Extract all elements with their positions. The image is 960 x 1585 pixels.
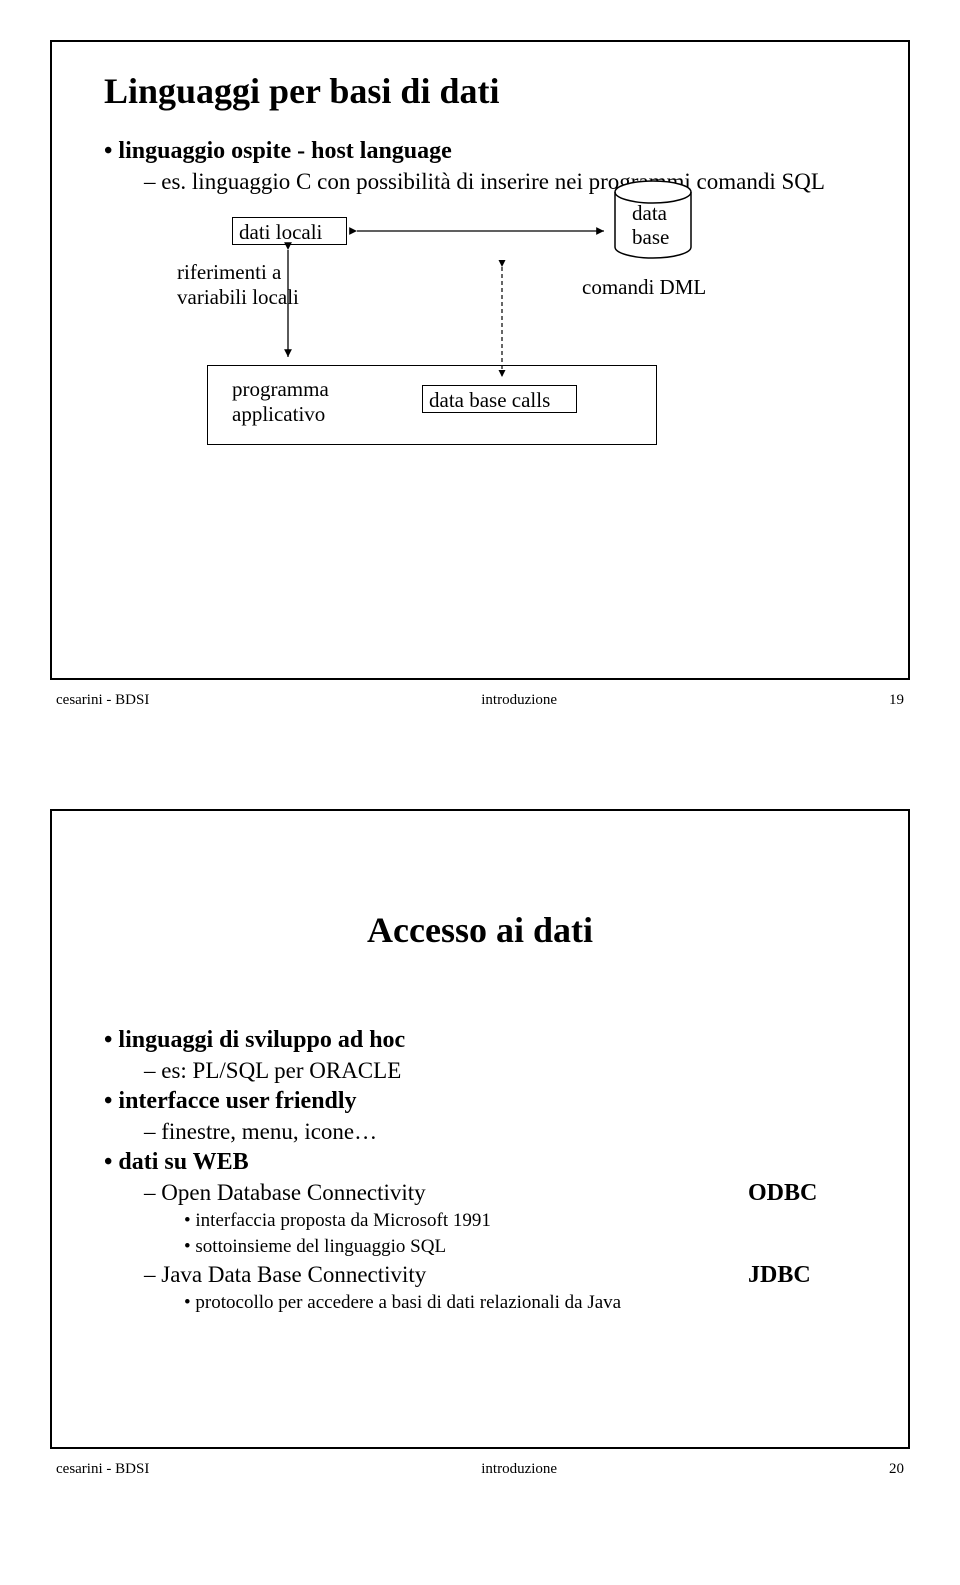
footer-1-right: 19 — [889, 692, 904, 709]
label-programma-line2: applicativo — [232, 402, 329, 427]
footer-1-left: cesarini - BDSI — [56, 692, 149, 709]
label-comandi-dml: comandi DML — [582, 275, 706, 300]
bullet-web: dati su WEB — [104, 1149, 868, 1176]
footer-2-center: introduzione — [481, 1461, 557, 1478]
sub-finestre: finestre, menu, icone… — [144, 1119, 868, 1145]
label-base-text: base — [632, 225, 669, 249]
slide-1-footer: cesarini - BDSI introduzione 19 — [50, 688, 910, 709]
footer-2-left: cesarini - BDSI — [56, 1461, 149, 1478]
box-dbcalls: data base calls — [422, 385, 577, 413]
slide-1: Linguaggi per basi di dati linguaggio os… — [50, 40, 910, 680]
ss-sql: sottoinsieme del linguaggio SQL — [184, 1236, 868, 1258]
label-riferimenti: riferimenti a variabili locali — [177, 260, 299, 310]
footer-2-right: 20 — [889, 1461, 904, 1478]
sub-odbc: Open Database Connectivity — [144, 1180, 748, 1206]
ss-java: protocollo per accedere a basi di dati r… — [184, 1292, 868, 1314]
abbr-jdbc: JDBC — [748, 1262, 868, 1289]
label-riferimenti-line2: variabili locali — [177, 285, 299, 310]
bullet-lang: linguaggi di sviluppo ad hoc — [104, 1027, 868, 1054]
slide-1-sub-1: es. linguaggio C con possibilità di inse… — [144, 169, 868, 195]
slide-2: Accesso ai dati linguaggi di sviluppo ad… — [50, 809, 910, 1449]
bullet-int: interfacce user friendly — [104, 1088, 868, 1115]
footer-1-center: introduzione — [481, 692, 557, 709]
abbr-odbc: ODBC — [748, 1180, 868, 1207]
slide-1-title: Linguaggi per basi di dati — [104, 70, 868, 112]
box-dati-locali: dati locali — [232, 217, 347, 245]
slide-2-title: Accesso ai dati — [92, 909, 868, 951]
slide-1-diagram: dati locali riferimenti a variabili loca… — [132, 205, 872, 515]
label-programma: programma applicativo — [232, 377, 329, 427]
label-data-text: data — [632, 201, 667, 225]
label-data: data — [632, 201, 667, 226]
label-riferimenti-line1: riferimenti a — [177, 260, 299, 285]
label-programma-line1: programma — [232, 377, 329, 402]
slide-2-footer: cesarini - BDSI introduzione 20 — [50, 1457, 910, 1478]
page: Linguaggi per basi di dati linguaggio os… — [0, 40, 960, 1478]
sub-plsql: es: PL/SQL per ORACLE — [144, 1058, 868, 1084]
label-base: base — [632, 225, 669, 250]
label-dati-locali: dati locali — [239, 220, 322, 244]
label-dbcalls: data base calls — [429, 388, 550, 412]
sub-jdbc: Java Data Base Connectivity — [144, 1262, 748, 1288]
ss-ms: interfaccia proposta da Microsoft 1991 — [184, 1210, 868, 1232]
diagram-arrows — [132, 205, 872, 515]
slide-1-bullet-1: linguaggio ospite - host language — [104, 138, 868, 165]
